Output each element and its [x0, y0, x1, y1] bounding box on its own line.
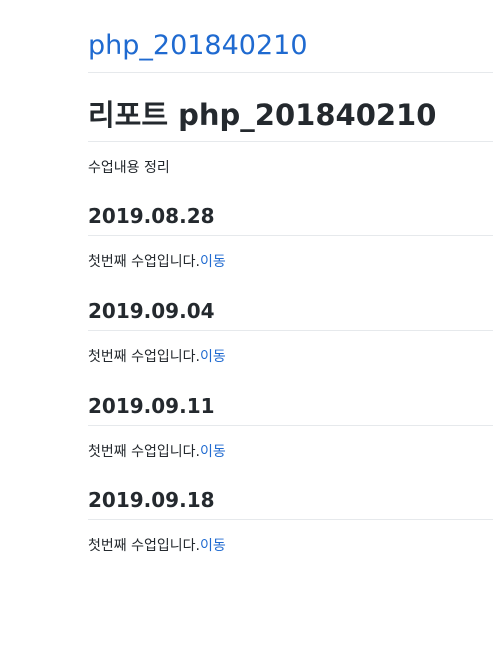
section-divider [88, 519, 493, 520]
section-divider [88, 425, 493, 426]
section-body: 첫번째 수업입니다.이동 [88, 347, 226, 367]
site-title-link[interactable]: php_201840210 [88, 28, 488, 64]
section-divider [88, 235, 493, 236]
move-link[interactable]: 이동 [200, 349, 226, 365]
section-text: 첫번째 수업입니다. [88, 538, 200, 554]
section-text: 첫번째 수업입니다. [88, 444, 200, 460]
page-title: 리포트 php_201840210 [88, 98, 437, 132]
section-date: 2019.08.28 [88, 204, 215, 228]
section-date: 2019.09.11 [88, 394, 215, 418]
section-date: 2019.09.18 [88, 488, 215, 512]
section-text: 첫번째 수업입니다. [88, 349, 200, 365]
section-date: 2019.09.04 [88, 299, 215, 323]
header-divider [88, 72, 493, 73]
section-body: 첫번째 수업입니다.이동 [88, 252, 226, 272]
move-link[interactable]: 이동 [200, 538, 226, 554]
section-body: 첫번째 수업입니다.이동 [88, 536, 226, 556]
section-text: 첫번째 수업입니다. [88, 254, 200, 270]
section-divider [88, 330, 493, 331]
title-divider [88, 141, 493, 142]
page: php_201840210 리포트 php_201840210 수업내용 정리 … [0, 0, 493, 664]
move-link[interactable]: 이동 [200, 444, 226, 460]
move-link[interactable]: 이동 [200, 254, 226, 270]
intro-text: 수업내용 정리 [88, 160, 170, 176]
section-body: 첫번째 수업입니다.이동 [88, 442, 226, 462]
